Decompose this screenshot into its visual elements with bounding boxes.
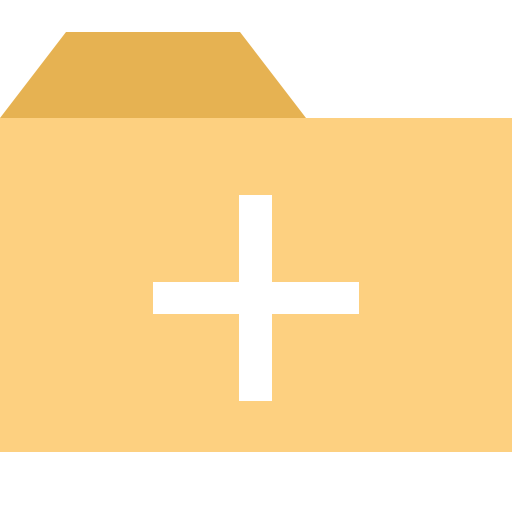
folder-tab bbox=[0, 32, 306, 118]
add-folder-icon[interactable] bbox=[0, 0, 512, 512]
icon-canvas bbox=[0, 0, 512, 512]
plus-horizontal-bar bbox=[153, 282, 359, 314]
